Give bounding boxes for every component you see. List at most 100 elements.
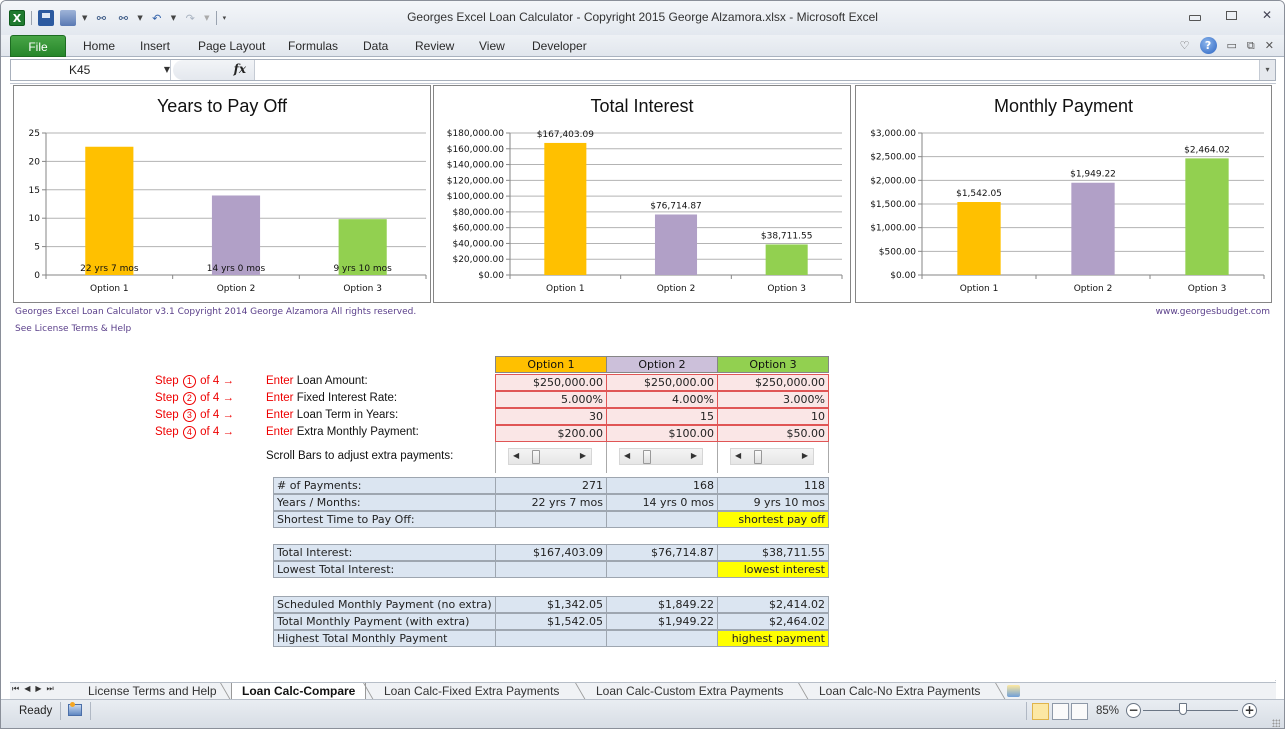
license-link[interactable]: See License Terms & Help [15,324,131,334]
y-tick-label: 25 [29,129,40,139]
sheet-tab-separator [798,683,809,700]
record-macro-icon[interactable] [68,702,82,716]
maximize-icon[interactable] [1224,9,1238,21]
scroll-thumb[interactable] [754,450,762,464]
resize-grip-icon[interactable] [1272,719,1280,727]
input-cell[interactable]: 30 [495,408,607,425]
scroll-right-icon[interactable]: ▶ [691,451,697,460]
y-tick-label: $180,000.00 [447,129,505,139]
scroll-left-icon[interactable]: ◀ [513,451,519,460]
website-link[interactable]: www.georgesbudget.com [1156,307,1270,317]
workbook-close-icon[interactable]: ✕ [1265,39,1274,52]
input-cell[interactable]: $50.00 [717,425,829,442]
y-tick-label: 10 [29,214,41,224]
y-tick-label: $2,000.00 [870,176,916,186]
x-tick-label: Option 2 [217,284,256,294]
scroll-thumb[interactable] [532,450,540,464]
step-indicator: Step 4 of 4 → [155,426,234,439]
scroll-right-icon[interactable]: ▶ [802,451,808,460]
chart-monthly-payment[interactable]: Monthly Payment $0.00 $500.00 $1,000.00 $1,… [855,85,1272,303]
zoom-slider-thumb[interactable] [1179,703,1187,715]
sheet-tab[interactable]: License Terms and Help [78,683,227,700]
page-break-view-icon[interactable] [1071,703,1088,720]
minimize-icon[interactable] [1188,9,1202,21]
name-box[interactable]: K45 ▼ [11,60,171,80]
tab-insert[interactable]: Insert [140,39,170,53]
extra-payment-scrollbar[interactable]: ◀ ▶ [619,448,703,465]
tab-page-layout[interactable]: Page Layout [198,39,265,53]
chart-total-interest[interactable]: Total Interest $0.00 $20,000.00 $40,000.00… [433,85,851,303]
help-icon[interactable]: ? [1199,37,1217,54]
formula-input[interactable] [257,62,1257,78]
tab-file[interactable]: File [10,35,66,57]
scroll-right-icon[interactable]: ▶ [580,451,586,460]
result-value: 168 [606,477,718,494]
scroll-thumb[interactable] [643,450,651,464]
insert-sheet-icon[interactable] [1007,685,1020,697]
close-icon[interactable]: ✕ [1260,8,1274,22]
zoom-slider-track[interactable] [1143,710,1238,711]
input-cell[interactable]: 10 [717,408,829,425]
sheet-tab[interactable]: Loan Calc-No Extra Payments [809,683,990,700]
input-cell[interactable]: 15 [606,408,718,425]
extra-payment-scrollbar[interactable]: ◀ ▶ [730,448,814,465]
minimize-ribbon-icon[interactable]: ♡ [1180,39,1190,52]
copyright-note: Georges Excel Loan Calculator v3.1 Copyr… [15,307,417,317]
sheet-tab[interactable]: Loan Calc-Fixed Extra Payments [374,683,569,700]
step-prefix: Step [155,375,179,387]
result-value: 14 yrs 0 mos [606,494,718,511]
input-cell[interactable]: $200.00 [495,425,607,442]
tab-formulas[interactable]: Formulas [288,39,338,53]
data-label: 9 yrs 10 mos [333,264,392,274]
result-value: $1,542.05 [495,613,607,630]
result-value [606,511,718,528]
sheet-tab[interactable]: Loan Calc-Custom Extra Payments [586,683,793,700]
result-value [606,561,718,578]
chart-years-to-pay-off[interactable]: Years to Pay Off 0 5 10 15 20 25 Option 1 22 yr… [13,85,431,303]
zoom-in-icon[interactable]: + [1242,703,1257,718]
input-cell[interactable]: 3.000% [717,391,829,408]
x-tick-label: Option 2 [1074,284,1113,294]
input-cell[interactable]: 5.000% [495,391,607,408]
bar [1185,158,1229,275]
zoom-out-icon[interactable]: − [1126,703,1141,718]
tab-view[interactable]: View [479,39,505,53]
result-value: $1,849.22 [606,596,718,613]
enter-word: Enter [266,375,294,387]
status-divider [60,702,61,720]
input-cell[interactable]: $250,000.00 [606,374,718,391]
page-layout-view-icon[interactable] [1052,703,1069,720]
option-header: Option 1 [495,356,607,373]
extra-payment-scrollbar[interactable]: ◀ ▶ [508,448,592,465]
workbook-restore-icon[interactable]: ⧉ [1247,39,1255,53]
workbook-minimize-icon[interactable]: ▭ [1227,39,1237,52]
data-label: 22 yrs 7 mos [80,264,139,274]
scroll-left-icon[interactable]: ◀ [624,451,630,460]
expand-formula-bar-icon[interactable]: ▾ [1259,60,1275,80]
zoom-level[interactable]: 85% [1096,705,1119,717]
y-tick-label: $1,000.00 [870,224,916,234]
bar [544,142,587,275]
x-tick-label: Option 1 [960,284,999,294]
chart-plot: 0 5 10 15 20 25 Option 1 22 yrs 7 mos Option 2 14… [29,129,427,294]
insert-function-icon[interactable]: fx [234,62,246,76]
input-cell[interactable]: $100.00 [606,425,718,442]
normal-view-icon[interactable] [1032,703,1049,720]
result-value [606,630,718,647]
result-value: $167,403.09 [495,544,607,561]
tab-home[interactable]: Home [83,39,115,53]
scroll-left-icon[interactable]: ◀ [735,451,741,460]
input-cell[interactable]: $250,000.00 [495,374,607,391]
input-cell[interactable]: 4.000% [606,391,718,408]
input-cell[interactable]: $250,000.00 [717,374,829,391]
chevron-down-icon[interactable]: ▼ [164,65,170,74]
tab-review[interactable]: Review [415,39,454,53]
result-label: Years / Months: [273,494,496,511]
sheet-nav-arrows[interactable]: ⏮◀▶⏭ [12,684,59,694]
sheet-tab[interactable]: Loan Calc-Compare [231,683,367,700]
result-label: Shortest Time to Pay Off: [273,511,496,528]
y-tick-label: $20,000.00 [452,255,504,265]
y-tick-label: $3,000.00 [870,129,916,139]
tab-developer[interactable]: Developer [532,39,587,53]
tab-data[interactable]: Data [363,39,388,53]
